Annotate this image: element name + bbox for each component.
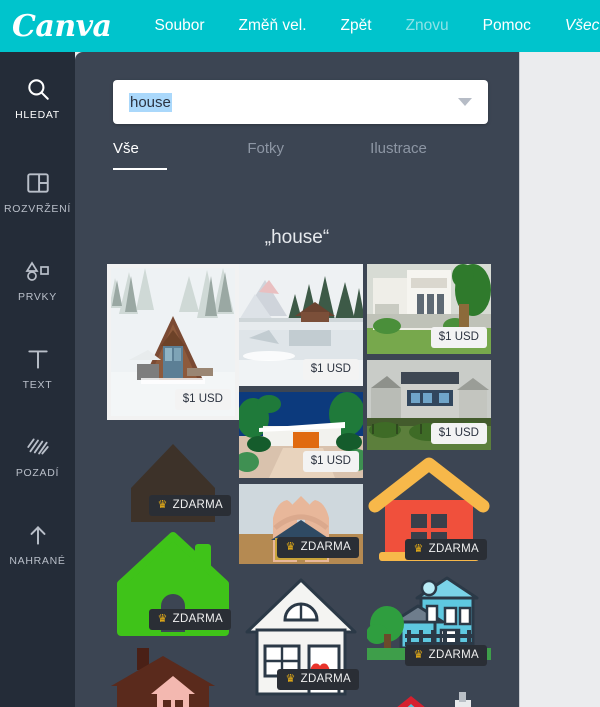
price-badge: $1 USD — [430, 422, 487, 444]
sidebar-item-hledat[interactable]: HLEDAT — [0, 52, 75, 140]
background-icon — [25, 430, 51, 464]
upload-arrow-icon — [25, 518, 51, 552]
tab-fotky[interactable]: Fotky — [247, 140, 370, 184]
text-icon — [25, 342, 51, 376]
free-badge: ♛ ZDARMA — [149, 494, 231, 516]
top-menu-bar: Canva Soubor Změň vel. Zpět Znovu Pomoc … — [0, 0, 600, 52]
free-badge: ♛ ZDARMA — [405, 538, 487, 560]
result-card-red-house-orange-roof[interactable]: ♛ ZDARMA — [367, 456, 491, 566]
design-canvas-area[interactable] — [519, 52, 600, 707]
result-card-dark-red-house-illustration[interactable] — [111, 642, 235, 707]
sidebar-item-text[interactable]: TEXT — [0, 322, 75, 410]
crown-icon: ♛ — [285, 540, 296, 553]
sidebar-label-nahrane: NAHRANÉ — [9, 554, 66, 567]
search-input-value: house — [129, 92, 172, 112]
free-badge: ♛ ZDARMA — [277, 668, 359, 690]
result-card-snowy-mountain-lake-cabin[interactable]: $1 USD — [239, 264, 363, 386]
free-badge-label: ZDARMA — [172, 498, 223, 511]
search-input[interactable]: house — [113, 80, 488, 124]
free-badge-label: ZDARMA — [428, 542, 479, 555]
free-badge-label: ZDARMA — [300, 672, 351, 685]
result-card-green-house-icon[interactable]: ♛ ZDARMA — [111, 528, 235, 636]
crown-icon: ♛ — [157, 498, 168, 511]
crown-icon: ♛ — [285, 672, 296, 685]
free-badge-label: ZDARMA — [428, 648, 479, 661]
menu-item-vsechno[interactable]: Všec — [548, 17, 600, 35]
crown-icon: ♛ — [413, 542, 424, 555]
result-card-tropical-modern-house[interactable]: $1 USD — [239, 392, 363, 478]
result-card-hands-protecting-house[interactable]: ♛ ZDARMA — [239, 484, 363, 564]
result-card-white-house-heart-door[interactable]: ♛ ZDARMA — [239, 570, 363, 696]
result-card-modern-white-villa[interactable]: $1 USD — [367, 264, 491, 354]
chevron-down-icon[interactable] — [458, 98, 472, 106]
search-icon — [25, 72, 51, 106]
results-column-middle: $1 USD $1 USD ♛ ZDARMA ♛ ZDARMA — [239, 264, 363, 707]
price-badge: $1 USD — [430, 326, 487, 348]
sidebar-label-hledat: HLEDAT — [15, 108, 60, 121]
menu-item-pomoc[interactable]: Pomoc — [466, 17, 548, 35]
canva-logo[interactable]: Canva — [12, 9, 112, 44]
sidebar-item-pozadi[interactable]: POZADÍ — [0, 410, 75, 498]
sidebar-item-prvky[interactable]: PRVKY — [0, 234, 75, 322]
price-badge: $1 USD — [302, 358, 359, 380]
free-badge: ♛ ZDARMA — [405, 644, 487, 666]
canva-editor-window: Canva Soubor Změň vel. Zpět Znovu Pomoc … — [0, 0, 600, 707]
menu-items: Soubor Změň vel. Zpět Znovu Pomoc Všec — [138, 17, 600, 35]
sidebar-label-prvky: PRVKY — [18, 290, 57, 303]
menu-item-zpet[interactable]: Zpět — [324, 17, 389, 35]
free-badge-label: ZDARMA — [300, 540, 351, 553]
layout-icon — [25, 166, 51, 200]
result-card-snow-a-frame-cabin[interactable]: $1 USD — [107, 264, 239, 420]
result-card-grey-roof-illustration[interactable] — [239, 702, 363, 707]
left-tool-rail: HLEDAT ROZVRŽENÍ PRVKY TEXT POZADÍ NAHRA… — [0, 52, 75, 707]
tab-ilustrace[interactable]: Ilustrace — [370, 140, 493, 184]
results-column-left: $1 USD ♛ ZDARMA ♛ ZDARMA — [107, 264, 239, 707]
menu-item-znovu[interactable]: Znovu — [389, 17, 466, 35]
sidebar-item-rozvrzeni[interactable]: ROZVRŽENÍ — [0, 146, 75, 234]
crown-icon: ♛ — [413, 648, 424, 661]
thumbnail-grey-roof-illustration — [239, 702, 363, 707]
results-grid: $1 USD ♛ ZDARMA ♛ ZDARMA $1 USD $1 USD ♛… — [75, 264, 519, 707]
crown-icon: ♛ — [157, 612, 168, 625]
search-panel: house Vše Fotky Ilustrace „house“ $1 USD… — [75, 52, 519, 707]
result-card-contemporary-grey-home[interactable]: $1 USD — [367, 360, 491, 450]
results-column-right: $1 USD $1 USD ♛ ZDARMA ♛ ZDARMA — [367, 264, 491, 707]
price-badge: $1 USD — [174, 388, 231, 410]
thumbnail-red-roof-town-illustration — [367, 678, 491, 707]
sidebar-label-rozvrzeni: ROZVRŽENÍ — [4, 202, 71, 215]
results-heading: „house“ — [264, 227, 330, 248]
price-badge: $1 USD — [302, 450, 359, 472]
sidebar-label-text: TEXT — [22, 378, 53, 391]
sidebar-item-nahrane[interactable]: NAHRANÉ — [0, 498, 75, 586]
free-badge: ♛ ZDARMA — [149, 608, 231, 630]
result-card-blue-house-tree-fence[interactable]: ♛ ZDARMA — [367, 572, 491, 672]
shapes-icon — [24, 254, 52, 288]
menu-item-zmen-vel[interactable]: Změň vel. — [221, 17, 323, 35]
result-card-brown-house-silhouette[interactable]: ♛ ZDARMA — [111, 426, 235, 522]
menu-item-soubor[interactable]: Soubor — [138, 17, 222, 35]
tab-vse[interactable]: Vše — [113, 140, 247, 184]
free-badge: ♛ ZDARMA — [277, 536, 359, 558]
free-badge-label: ZDARMA — [172, 612, 223, 625]
result-card-red-roof-town-illustration[interactable] — [367, 678, 491, 707]
thumbnail-dark-red-house-illustration — [111, 642, 235, 707]
result-tabs: Vše Fotky Ilustrace — [113, 140, 493, 184]
sidebar-label-pozadi: POZADÍ — [15, 466, 60, 479]
